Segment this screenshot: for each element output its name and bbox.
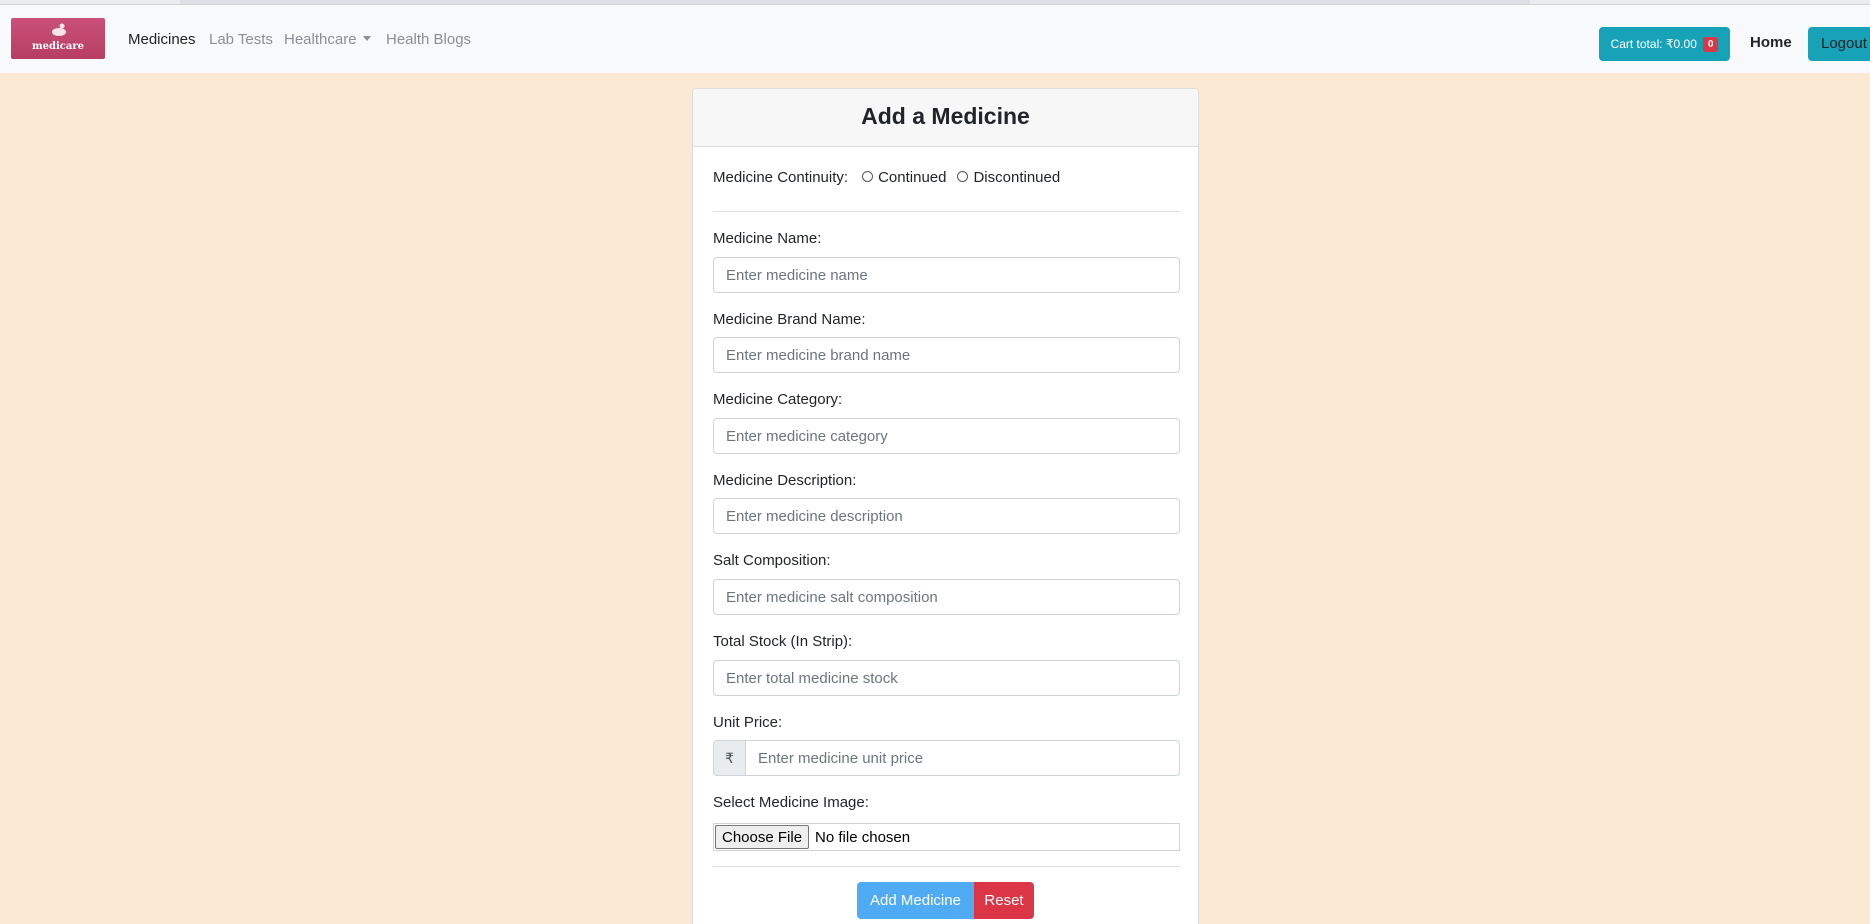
choose-file-button[interactable]: Choose File	[715, 825, 810, 849]
page-title: Add a Medicine	[861, 103, 1030, 129]
medicine-name-label: Medicine Name:	[713, 230, 822, 247]
logo-text: medicare	[32, 41, 84, 52]
category-label: Medicine Category:	[713, 391, 843, 408]
image-label: Select Medicine Image:	[713, 794, 869, 811]
radio-discontinued-label: Discontinued	[973, 169, 1061, 186]
category-input[interactable]	[713, 418, 1180, 454]
nav-healthcare-label: Healthcare	[284, 31, 357, 48]
chevron-down-icon	[362, 36, 371, 41]
radio-continued[interactable]: Continued	[862, 169, 946, 186]
logout-button[interactable]: Logout	[1808, 27, 1870, 61]
divider	[713, 211, 1180, 212]
medicine-name-input[interactable]	[713, 257, 1180, 293]
continuity-label: Medicine Continuity:	[713, 169, 849, 186]
radio-circle-icon[interactable]	[862, 171, 874, 182]
medicine-image-file-input[interactable]: Choose File No file chosen	[713, 823, 1180, 851]
total-stock-input[interactable]	[713, 660, 1180, 696]
cart-total-label: Cart total: ₹0.00	[1610, 37, 1697, 51]
top-strip-scroll	[180, 0, 1530, 4]
description-input[interactable]	[713, 498, 1180, 534]
unit-price-group: ₹	[713, 740, 1180, 776]
radio-discontinued[interactable]: Discontinued	[957, 169, 1060, 186]
unit-price-label: Unit Price:	[713, 714, 783, 731]
total-stock-label: Total Stock (In Strip):	[713, 633, 853, 650]
cart-total-button[interactable]: Cart total: ₹0.00 0	[1599, 27, 1730, 61]
description-label: Medicine Description:	[713, 472, 857, 489]
rupee-icon: ₹	[713, 740, 746, 776]
brand-name-label: Medicine Brand Name:	[713, 311, 866, 328]
radio-continued-label: Continued	[878, 169, 947, 186]
navbar: medicare Medicines Lab Tests Healthcare …	[0, 5, 1870, 73]
card-header: Add a Medicine	[693, 89, 1198, 147]
file-status: No file chosen	[815, 828, 911, 846]
home-link[interactable]: Home	[1750, 34, 1792, 51]
unit-price-input[interactable]	[746, 740, 1180, 776]
nav-health-blogs[interactable]: Health Blogs	[386, 31, 471, 48]
add-medicine-card: Add a Medicine Medicine Continuity: Cont…	[692, 88, 1199, 924]
add-medicine-button[interactable]: Add Medicine	[857, 882, 974, 919]
salt-composition-label: Salt Composition:	[713, 552, 831, 569]
nav-lab-tests[interactable]: Lab Tests	[209, 31, 273, 48]
nav-healthcare-dropdown[interactable]: Healthcare	[284, 31, 371, 48]
cart-count-badge: 0	[1702, 36, 1719, 52]
logo-mark-icon	[52, 23, 66, 36]
radio-circle-icon[interactable]	[957, 171, 969, 182]
salt-composition-input[interactable]	[713, 579, 1180, 615]
nav-medicines[interactable]: Medicines	[128, 31, 196, 48]
divider	[713, 866, 1180, 867]
brand-logo[interactable]: medicare	[11, 18, 105, 59]
reset-button[interactable]: Reset	[974, 882, 1034, 919]
continuity-row: Medicine Continuity: Continued Discontin…	[713, 169, 1060, 186]
brand-name-input[interactable]	[713, 337, 1180, 373]
